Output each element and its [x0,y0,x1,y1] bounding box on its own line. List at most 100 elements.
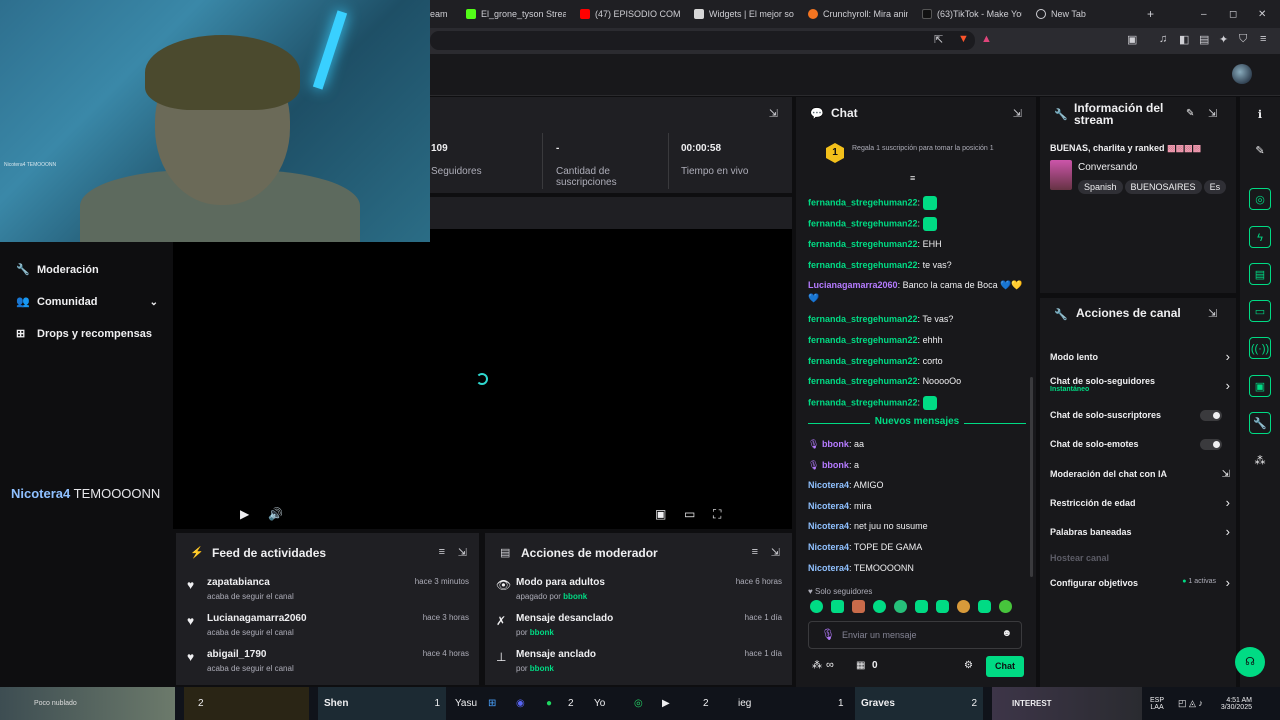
monitor-icon[interactable]: ▣ [1249,375,1271,397]
chat-username[interactable]: Nicotera4 [808,563,849,573]
popout-icon[interactable]: ⇲ [769,107,778,120]
chat-username[interactable]: fernanda_stregehuman22 [808,356,918,366]
points-icon[interactable]: ⁂ [1249,450,1271,472]
chat-username[interactable]: fernanda_stregehuman22 [808,376,918,386]
action-slow-mode[interactable]: Modo lento › [1050,349,1230,364]
chat-username[interactable]: fernanda_stregehuman22 [808,197,918,207]
taskbar-app[interactable]: 2 [568,687,574,720]
chat-username[interactable]: fernanda_stregehuman22 [808,239,918,249]
chat-username[interactable]: fernanda_stregehuman22 [808,397,918,407]
vpn-icon[interactable]: ⛉ [1239,33,1247,46]
bolt-icon[interactable]: ϟ [1249,226,1271,248]
camera-icon[interactable]: ◎ [1249,188,1271,210]
chat-scrollbar[interactable] [1030,377,1033,577]
new-tab-button[interactable]: + [1147,4,1159,24]
emoji-picker-icon[interactable]: ☻ [1001,628,1012,639]
browser-tab[interactable]: (47) EPISODIO COMPL [580,4,680,24]
chat-username[interactable]: Lucianagamarra2060 [808,280,898,290]
emote-icon[interactable] [936,600,949,613]
browser-tab[interactable]: eam [430,4,460,24]
subscribers-only-toggle[interactable] [1200,410,1222,421]
emote-icon[interactable] [873,600,886,613]
menu-icon[interactable]: ≡ [1260,33,1266,45]
chat-icon[interactable]: ▭ [1249,300,1271,322]
brave-rewards-icon[interactable]: ▲ [981,33,992,45]
popout-icon[interactable]: ⇲ [1208,307,1217,320]
chat-username[interactable]: fernanda_stregehuman22 [808,260,918,270]
gift-promo-text[interactable]: Regala 1 suscripción para tomar la posic… [852,144,1002,153]
spotify-icon[interactable]: ● [546,687,552,720]
taskbar-app[interactable]: 2 [703,687,709,720]
points-icon[interactable]: ⁂ [812,660,822,671]
taskbar-app[interactable]: Graves 2 [855,687,983,720]
emote-icon[interactable] [978,600,991,613]
chat-username[interactable]: fernanda_stregehuman22 [808,335,918,345]
action-goals[interactable]: Configurar objetivos ● 1 activas › [1050,575,1230,590]
settings-icon[interactable]: ⚙ [964,660,973,671]
emote-icon[interactable] [915,600,928,613]
share-icon[interactable]: ⇱ [934,33,943,46]
whatsapp-icon[interactable]: ◎ [634,687,643,720]
tag[interactable]: BUENOSAIRES [1124,180,1202,194]
popout-icon[interactable]: ⇲ [1013,107,1022,120]
edit-icon[interactable]: ✎ [1186,108,1194,119]
category-name[interactable]: Conversando [1078,162,1137,173]
emote-icon[interactable] [894,600,907,613]
minimize-button[interactable]: – [1201,4,1211,24]
browser-tab[interactable]: Crunchyroll: Mira anim [808,4,908,24]
emote-icon[interactable] [852,600,865,613]
chat-username[interactable]: fernanda_stregehuman22 [808,314,918,324]
tag[interactable]: Spanish [1078,180,1123,194]
language-indicator[interactable]: ESP LAA [1150,687,1164,720]
taskbar-app[interactable]: Yo [594,687,605,720]
gift-icon[interactable]: ▦ [856,660,865,671]
sidebar-item-comunidad[interactable]: 👥 Comunidad ⌄ [16,296,158,308]
sidebar-item-drops[interactable]: ⊞ Drops y recompensas [16,328,152,340]
media-icon[interactable]: ♫ [1159,33,1167,45]
avatar[interactable] [1232,64,1252,84]
sidebar-toggle-icon[interactable]: ▣ [1127,33,1137,46]
taskbar-app[interactable]: INTEREST [992,687,1142,720]
chat-username[interactable]: bbonk [822,439,849,449]
action-banned-words[interactable]: Palabras baneadas › [1050,524,1230,539]
chat-username[interactable]: bbonk [822,460,849,470]
taskbar-app[interactable]: ieg [738,687,751,720]
fullscreen-icon[interactable]: ⛶ [713,507,721,522]
browser-tab[interactable]: El_grone_tyson Stream [466,4,566,24]
action-age-restriction[interactable]: Restricción de edad › [1050,495,1230,510]
clock[interactable]: 4:51 AM 3/30/2025 [1214,687,1252,720]
popout-icon[interactable]: ⇲ [771,546,780,559]
leo-icon[interactable]: ✦ [1219,33,1228,46]
panel-icon[interactable]: ◧ [1179,33,1189,46]
theater-icon[interactable]: ▭ [684,507,695,521]
emote-bar[interactable] [810,600,1020,616]
chat-input[interactable]: 🎙 Enviar un mensaje ☻ [808,621,1022,649]
brave-shields-icon[interactable]: ▼ [958,33,969,45]
wrench-icon[interactable]: 🔧 [1249,412,1271,434]
popout-icon[interactable]: ⇲ [1208,107,1217,120]
taskbar-app[interactable]: 1 [838,687,844,720]
support-icon[interactable]: ☊ [1235,647,1265,677]
tag[interactable]: Es [1203,180,1227,194]
popout-icon[interactable]: ⇲ [458,546,467,559]
wallet-icon[interactable]: ▤ [1199,33,1209,46]
taskbar-app[interactable]: Shen 1 [318,687,446,720]
play-icon[interactable]: ▶ [240,507,249,521]
chat-username[interactable]: Nicotera4 [808,521,849,531]
document-icon[interactable]: ▤ [1249,263,1271,285]
edit-icon[interactable]: ✎ [1249,140,1271,162]
emote-icon[interactable] [999,600,1012,613]
chat-username[interactable]: Nicotera4 [808,480,849,490]
filter-icon[interactable]: ≡ [910,173,915,183]
filter-icon[interactable]: ≡ [439,546,445,558]
sidebar-item-moderacion[interactable]: 🔧 Moderación [16,264,99,276]
system-tray-icons[interactable]: ◰ ◬ ♪ [1178,687,1203,720]
broadcast-icon[interactable]: ((·)) [1249,337,1271,359]
browser-tab[interactable]: (63)TikTok - Make Your [922,4,1022,24]
action-followers-only[interactable]: Chat de solo-seguidores Instantáneo › [1050,376,1230,393]
action-ai-moderation[interactable]: Moderación del chat con IA ⇲ [1050,469,1230,480]
emote-icon[interactable] [957,600,970,613]
emotes-only-toggle[interactable] [1200,439,1222,450]
pip-icon[interactable]: ▣ [655,507,666,521]
taskbar-app[interactable]: 2 [184,687,309,720]
